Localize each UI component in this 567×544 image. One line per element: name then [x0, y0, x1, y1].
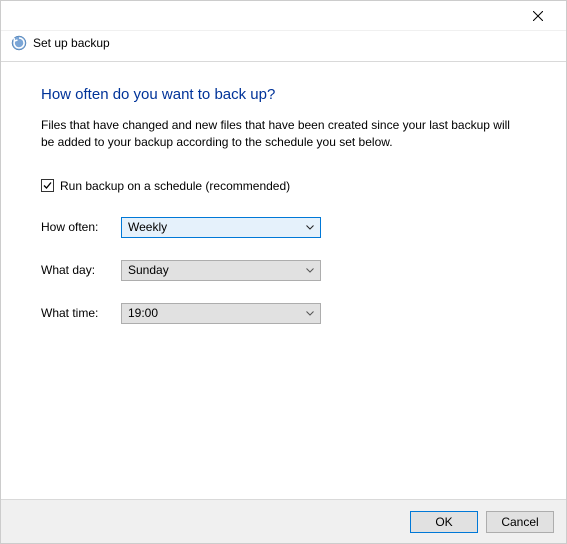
- backup-icon: [11, 35, 27, 51]
- cancel-button[interactable]: Cancel: [486, 511, 554, 533]
- page-description: Files that have changed and new files th…: [41, 117, 511, 151]
- checkmark-icon: [42, 180, 53, 191]
- what-day-select[interactable]: Sunday: [121, 260, 321, 281]
- content-area: How often do you want to back up? Files …: [1, 62, 566, 324]
- close-icon: [533, 11, 543, 21]
- how-often-select[interactable]: Weekly: [121, 217, 321, 238]
- what-time-select[interactable]: 19:00: [121, 303, 321, 324]
- what-time-row: What time: 19:00: [41, 303, 526, 324]
- window-title: Set up backup: [33, 36, 110, 50]
- titlebar: [1, 1, 566, 31]
- how-often-label: How often:: [41, 220, 121, 234]
- close-button[interactable]: [518, 2, 558, 30]
- what-day-value: Sunday: [128, 263, 169, 277]
- how-often-value: Weekly: [128, 220, 167, 234]
- how-often-row: How often: Weekly: [41, 217, 526, 238]
- dialog-footer: OK Cancel: [1, 499, 566, 543]
- schedule-checkbox-label: Run backup on a schedule (recommended): [60, 179, 290, 193]
- chevron-down-icon: [304, 307, 316, 319]
- what-time-label: What time:: [41, 306, 121, 320]
- chevron-down-icon: [304, 264, 316, 276]
- what-day-label: What day:: [41, 263, 121, 277]
- what-day-row: What day: Sunday: [41, 260, 526, 281]
- schedule-checkbox[interactable]: [41, 179, 54, 192]
- what-time-value: 19:00: [128, 306, 158, 320]
- schedule-checkbox-row: Run backup on a schedule (recommended): [41, 179, 526, 193]
- chevron-down-icon: [304, 221, 316, 233]
- page-heading: How often do you want to back up?: [41, 86, 526, 103]
- ok-button[interactable]: OK: [410, 511, 478, 533]
- window-header: Set up backup: [1, 31, 566, 62]
